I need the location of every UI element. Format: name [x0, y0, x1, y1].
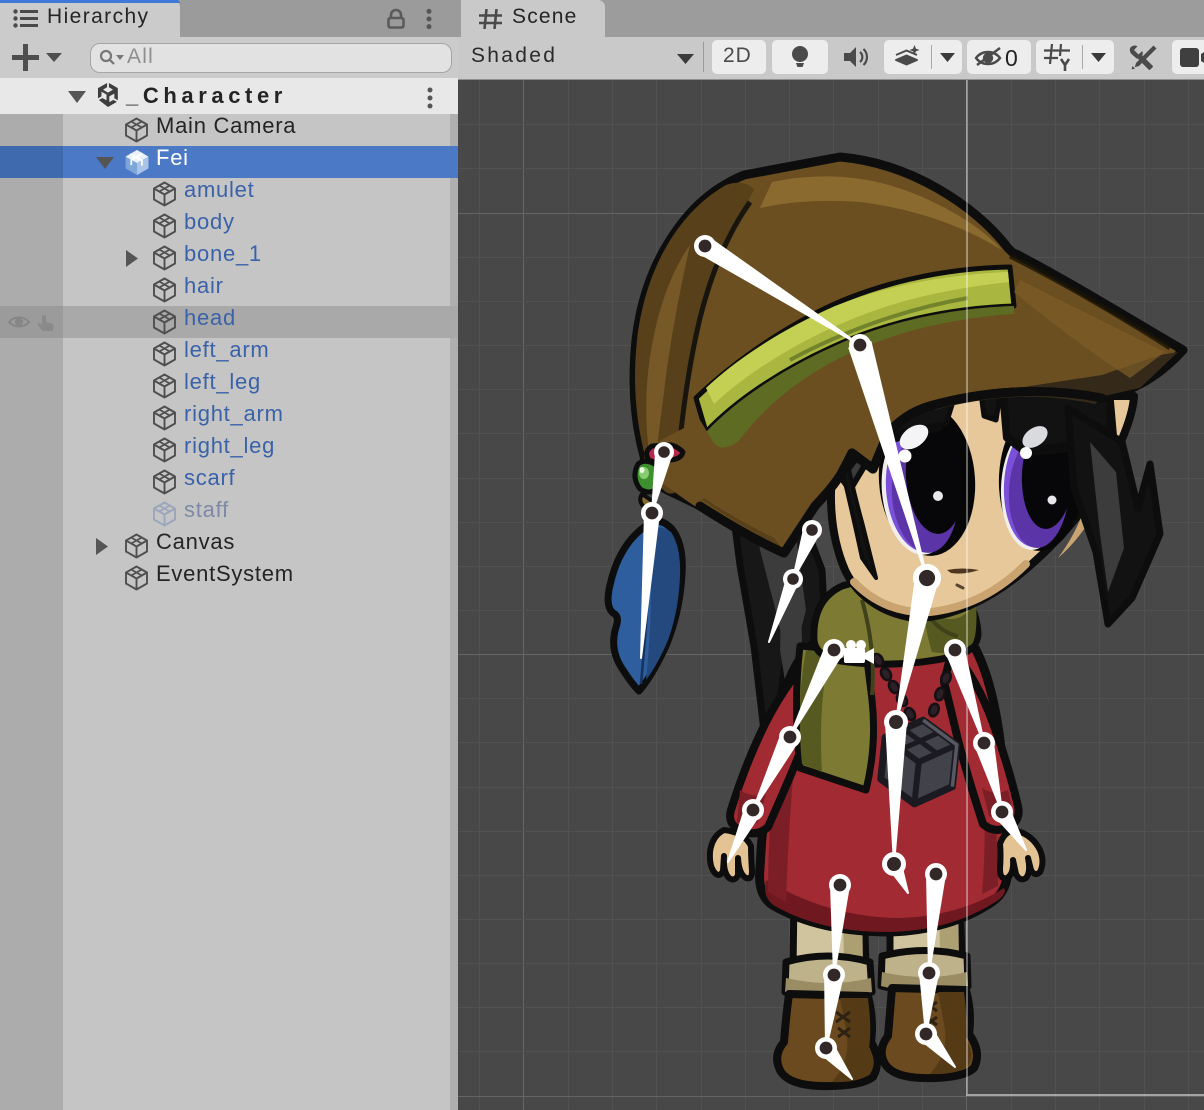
svg-text:0: 0 [1005, 45, 1018, 70]
